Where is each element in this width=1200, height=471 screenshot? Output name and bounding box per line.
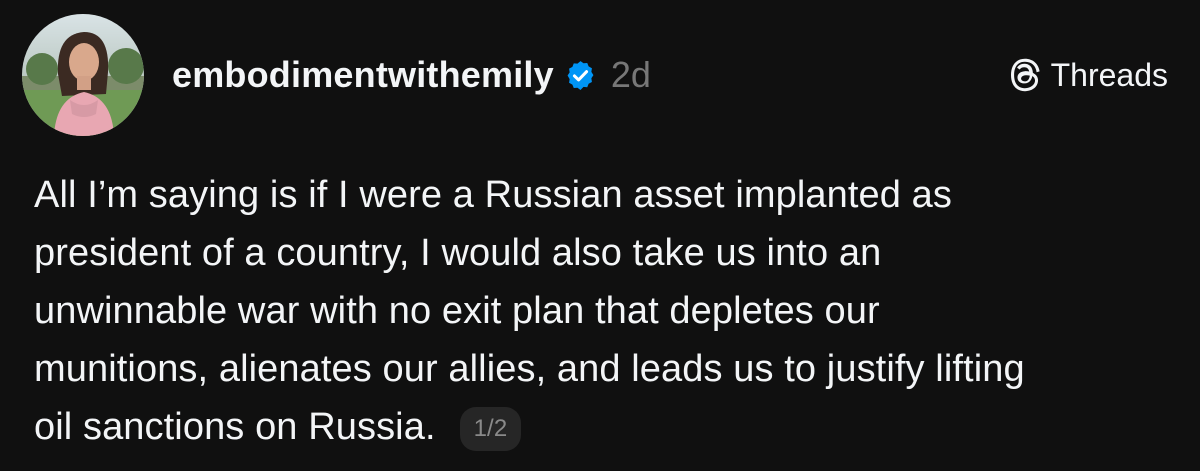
threads-post: embodimentwithemily 2d Threads All I’m s… [0,0,1200,471]
post-body-line: president of a country, I would also tak… [34,232,882,274]
post-body-line: munitions, alienates our allies, and lea… [34,348,1025,390]
threads-logo-icon [1009,57,1043,93]
post-body-line: All I’m saying is if I were a Russian as… [34,174,952,216]
threads-brand-label: Threads [1050,56,1168,93]
verified-badge-icon [564,59,597,92]
author-username[interactable]: embodimentwithemily [172,54,554,96]
post-body-line: oil sanctions on Russia. [34,406,436,448]
avatar-image [22,14,144,136]
post-body: All I’m saying is if I were a Russian as… [34,166,1184,456]
post-body-last-line: oil sanctions on Russia. 1/2 [34,398,1184,456]
threads-brand: Threads [1009,52,1168,98]
page-indicator-badge: 1/2 [459,407,522,451]
post-header: embodimentwithemily 2d [172,50,651,100]
avatar[interactable] [22,14,144,136]
post-timestamp: 2d [610,54,651,95]
post-body-line: unwinnable war with no exit plan that de… [34,290,880,332]
